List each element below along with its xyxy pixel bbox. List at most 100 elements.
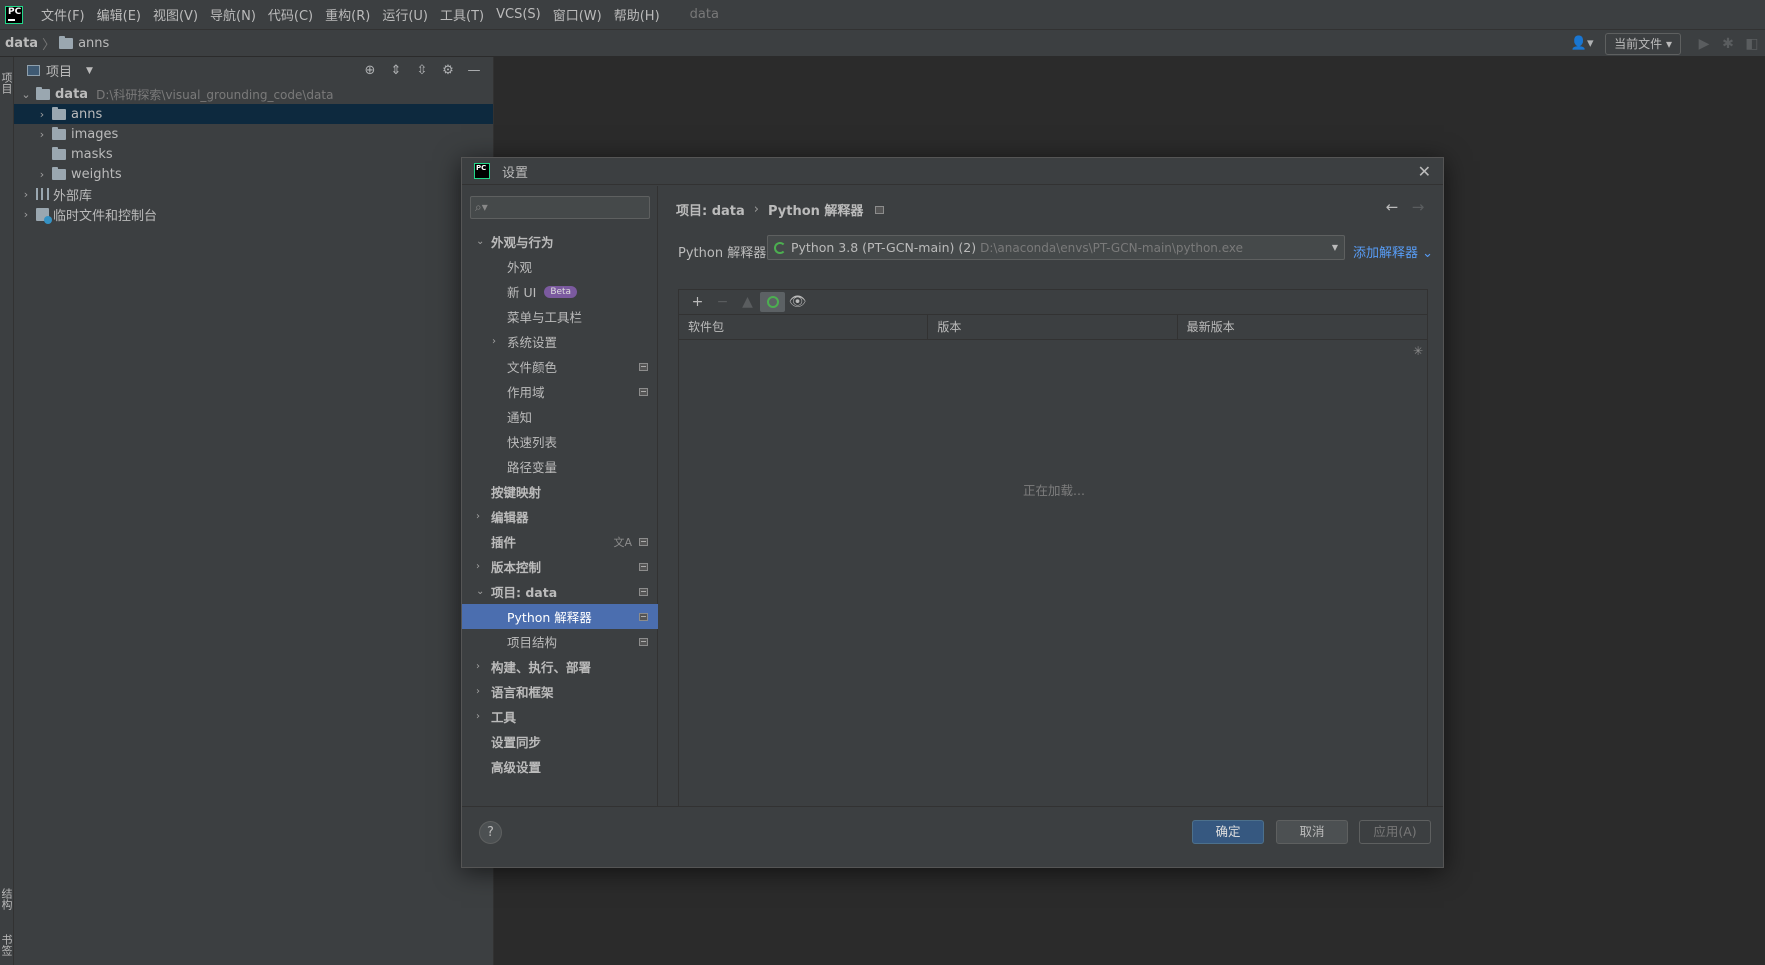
chevron-right-icon[interactable]: ›	[492, 336, 496, 347]
scratch-icon	[36, 207, 52, 224]
menu-view[interactable]: 视图(V)	[147, 5, 204, 24]
add-icon[interactable]: +	[685, 292, 710, 312]
tree-python-interpreter[interactable]: Python 解释器	[462, 604, 658, 629]
back-arrow-icon[interactable]: ←	[1379, 198, 1405, 216]
breadcrumb-root[interactable]: data	[5, 36, 38, 51]
run-config-select[interactable]: 当前文件 ▾	[1605, 33, 1681, 55]
chevron-right-icon[interactable]: ›	[476, 561, 480, 572]
tree-plugins[interactable]: 插件 文A	[462, 529, 658, 554]
settings-search-input[interactable]: ⌕▾	[470, 196, 650, 219]
chevron-down-icon[interactable]: ▼	[86, 66, 93, 76]
hide-icon[interactable]: —	[461, 62, 487, 80]
tree-scratches[interactable]: › 临时文件和控制台	[14, 204, 493, 224]
chevron-right-icon[interactable]: ›	[20, 208, 32, 221]
close-icon[interactable]: ✕	[1418, 162, 1431, 181]
tree-external-libraries[interactable]: › 外部库	[14, 184, 493, 204]
upgrade-icon[interactable]: ▲	[735, 292, 760, 312]
tree-scopes[interactable]: 作用域	[462, 379, 658, 404]
project-tool-tab[interactable]: 项目	[0, 63, 14, 103]
gear-icon[interactable]: ⚙	[435, 62, 461, 80]
menu-refactor[interactable]: 重构(R)	[319, 5, 376, 24]
tree-advanced-settings[interactable]: 高级设置	[462, 754, 658, 779]
column-version[interactable]: 版本	[928, 315, 1178, 339]
coverage-icon[interactable]: ◧	[1741, 33, 1763, 55]
breadcrumb-child[interactable]: anns	[78, 36, 109, 51]
tree-label: 外观与行为	[491, 235, 554, 250]
tree-appearance[interactable]: 外观	[462, 254, 658, 279]
menu-file[interactable]: 文件(F)	[35, 5, 91, 24]
chevron-right-icon[interactable]: ›	[476, 711, 480, 722]
tree-folder-images[interactable]: › images	[14, 124, 493, 144]
locate-icon[interactable]: ⊕	[357, 62, 383, 80]
user-icon[interactable]: 👤▾	[1569, 34, 1595, 54]
chevron-down-icon[interactable]: ⌄	[20, 88, 32, 101]
add-interpreter-link[interactable]: 添加解释器 ⌄	[1353, 242, 1433, 261]
column-package[interactable]: 软件包	[679, 315, 929, 339]
chevron-right-icon[interactable]: ›	[36, 168, 48, 181]
menu-tools[interactable]: 工具(T)	[434, 5, 490, 24]
tree-root-data[interactable]: ⌄ data D:\科研探索\visual_grounding_code\dat…	[14, 84, 493, 104]
tree-system-settings[interactable]: › 系统设置	[462, 329, 658, 354]
left-tool-strip: 项目 结构 书签	[0, 57, 14, 965]
tree-label: 作用域	[507, 385, 545, 400]
menu-help[interactable]: 帮助(H)	[608, 5, 666, 24]
pycharm-logo-icon: PC	[5, 5, 23, 24]
bookmarks-tool-tab[interactable]: 书签	[0, 925, 14, 965]
tree-folder-masks[interactable]: masks	[14, 144, 493, 164]
chevron-down-icon[interactable]: ⌄	[476, 586, 484, 597]
menu-run[interactable]: 运行(U)	[376, 5, 434, 24]
tree-path-variables[interactable]: 路径变量	[462, 454, 658, 479]
tree-file-colors[interactable]: 文件颜色	[462, 354, 658, 379]
breadcrumb-parent[interactable]: 项目: data	[676, 200, 745, 219]
structure-tool-tab[interactable]: 结构	[0, 879, 14, 919]
tree-folder-weights[interactable]: › weights	[14, 164, 493, 184]
chevron-down-icon[interactable]: ⌄	[476, 236, 484, 247]
run-icon[interactable]: ▶	[1693, 33, 1715, 55]
menu-code[interactable]: 代码(C)	[262, 5, 319, 24]
tree-new-ui[interactable]: 新 UI Beta	[462, 279, 658, 304]
tree-build-exec-deploy[interactable]: › 构建、执行、部署	[462, 654, 658, 679]
menu-vcs[interactable]: VCS(S)	[490, 7, 547, 22]
chevron-right-icon[interactable]: ›	[476, 661, 480, 672]
tree-folder-anns[interactable]: › anns	[14, 104, 493, 124]
collapse-all-icon[interactable]: ⇳	[409, 62, 435, 80]
tree-notifications[interactable]: 通知	[462, 404, 658, 429]
tree-keymap[interactable]: 按键映射	[462, 479, 658, 504]
chevron-right-icon[interactable]: ›	[476, 511, 480, 522]
chevron-right-icon[interactable]: ›	[36, 108, 48, 121]
apply-button[interactable]: 应用(A)	[1359, 820, 1431, 844]
tree-project-data[interactable]: ⌄ 项目: data	[462, 579, 658, 604]
tree-tools[interactable]: › 工具	[462, 704, 658, 729]
tree-languages-frameworks[interactable]: › 语言和框架	[462, 679, 658, 704]
interpreter-select[interactable]: Python 3.8 (PT-GCN-main) (2) D:\anaconda…	[767, 235, 1345, 260]
tree-project-structure[interactable]: 项目结构	[462, 629, 658, 654]
tree-quick-lists[interactable]: 快速列表	[462, 429, 658, 454]
project-level-icon	[639, 362, 648, 371]
ok-button[interactable]: 确定	[1192, 820, 1264, 844]
column-latest-version[interactable]: 最新版本	[1178, 315, 1427, 339]
project-view-icon	[27, 65, 40, 76]
expand-all-icon[interactable]: ⇕	[383, 62, 409, 80]
tree-version-control[interactable]: › 版本控制	[462, 554, 658, 579]
chevron-right-icon[interactable]: ›	[476, 686, 480, 697]
menu-edit[interactable]: 编辑(E)	[91, 5, 147, 24]
tree-settings-sync[interactable]: 设置同步	[462, 729, 658, 754]
project-panel-title[interactable]: 项目	[46, 61, 72, 80]
tree-editor[interactable]: › 编辑器	[462, 504, 658, 529]
help-button[interactable]: ?	[479, 821, 502, 844]
chevron-right-icon[interactable]: ›	[36, 128, 48, 141]
tree-appearance-behavior[interactable]: ⌄ 外观与行为	[462, 229, 658, 254]
dialog-title-bar: PC 设置 ✕	[462, 158, 1443, 185]
menu-navigate[interactable]: 导航(N)	[204, 5, 262, 24]
debug-icon[interactable]: ✱	[1717, 33, 1739, 55]
refresh-spinner-icon[interactable]	[760, 292, 785, 312]
menu-window[interactable]: 窗口(W)	[547, 5, 608, 24]
remove-icon[interactable]: −	[710, 292, 735, 312]
eye-icon[interactable]: 👁	[785, 292, 810, 312]
forward-arrow-icon[interactable]: →	[1405, 198, 1431, 216]
chevron-right-icon[interactable]: ›	[20, 188, 32, 201]
project-level-icon	[875, 205, 885, 214]
cancel-button[interactable]: 取消	[1276, 820, 1348, 844]
project-panel: 项目 ▼ ⊕ ⇕ ⇳ ⚙ — ⌄ data D:\科研探索\visual_gro…	[14, 57, 494, 965]
tree-menus-toolbars[interactable]: 菜单与工具栏	[462, 304, 658, 329]
